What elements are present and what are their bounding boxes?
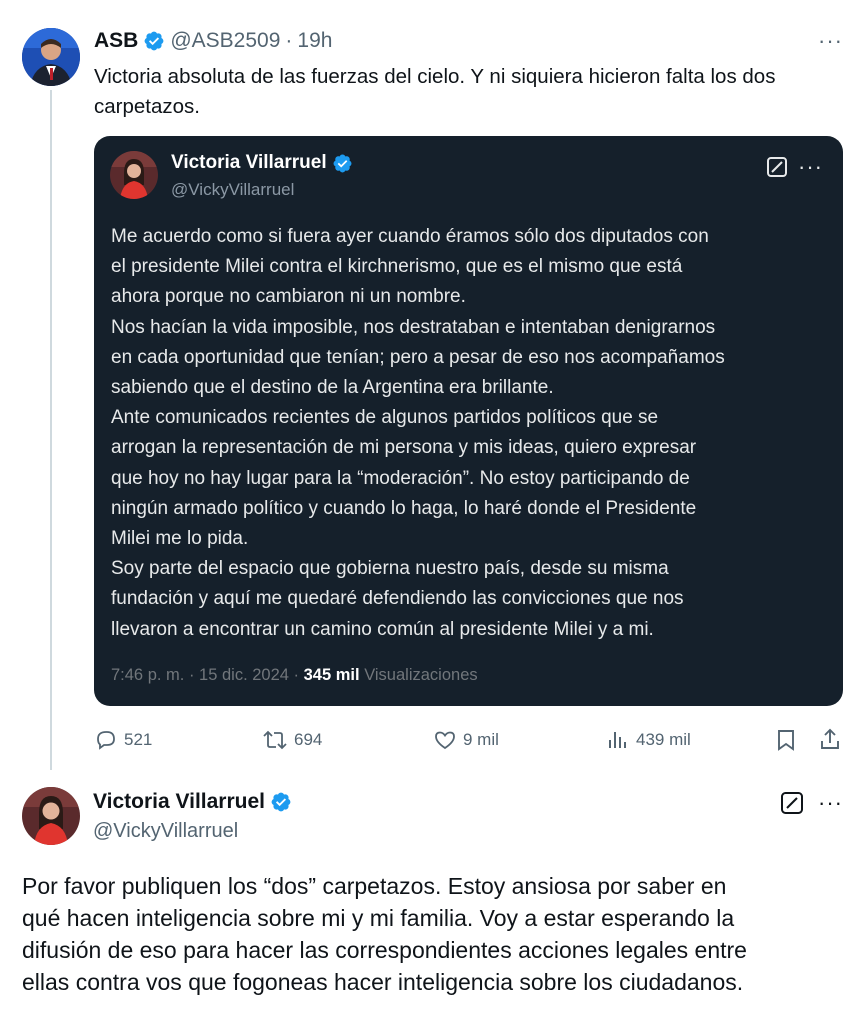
bookmark-icon[interactable]: [775, 728, 797, 757]
reply-icon: [94, 728, 124, 752]
views-button[interactable]: 439 mil: [606, 728, 691, 752]
views-chart-icon: [606, 728, 636, 752]
verified-badge-icon: [143, 30, 165, 52]
avatar[interactable]: [22, 28, 80, 86]
reply-author-handle[interactable]: @VickyVillarruel: [93, 820, 238, 843]
separator-dot: ·: [285, 29, 293, 52]
author-handle[interactable]: @ASB2509: [170, 29, 280, 53]
tweet-text: Victoria absoluta de las fuerzas del cie…: [94, 65, 776, 118]
quoted-views-count: 345 mil: [303, 666, 360, 684]
reply-more-dots-icon[interactable]: ···: [818, 792, 843, 814]
quoted-avatar[interactable]: [110, 151, 158, 199]
heart-icon: [433, 728, 463, 752]
grok-icon[interactable]: [766, 156, 788, 183]
views-count: 439 mil: [636, 730, 691, 749]
quoted-tweet-body: Me acuerdo como si fuera ayer cuando éra…: [111, 226, 725, 640]
repost-icon: [262, 728, 294, 752]
reply-button[interactable]: 521: [94, 728, 152, 752]
thread-line: [50, 90, 52, 770]
grok-icon[interactable]: [780, 791, 804, 820]
quoted-author-handle[interactable]: @VickyVillarruel: [171, 180, 294, 200]
verified-badge-icon: [270, 791, 292, 813]
quoted-more-dots-icon[interactable]: ···: [798, 156, 823, 178]
reply-count: 521: [124, 730, 153, 749]
reply-author-name[interactable]: Victoria Villarruel: [93, 790, 265, 814]
like-button[interactable]: 9 mil: [433, 728, 499, 752]
author-name[interactable]: ASB: [94, 29, 138, 53]
quoted-tweet-card[interactable]: Victoria Villarruel @VickyVillarruel ···…: [94, 136, 843, 706]
quoted-timestamp[interactable]: 7:46 p. m. · 15 dic. 2024 ·: [111, 666, 299, 684]
verified-badge-icon: [332, 153, 353, 174]
reply-tweet-text: Por favor publiquen los “dos” carpetazos…: [22, 873, 747, 995]
share-icon[interactable]: [818, 726, 842, 757]
tweet-time[interactable]: 19h: [297, 29, 332, 53]
more-dots-icon[interactable]: ···: [818, 30, 843, 52]
reply-avatar[interactable]: [22, 787, 80, 845]
quoted-views-label: Visualizaciones: [364, 666, 478, 684]
repost-button[interactable]: 694: [262, 728, 322, 752]
quoted-author-name[interactable]: Victoria Villarruel: [171, 152, 327, 174]
like-count: 9 mil: [463, 730, 499, 749]
repost-count: 694: [294, 730, 323, 749]
